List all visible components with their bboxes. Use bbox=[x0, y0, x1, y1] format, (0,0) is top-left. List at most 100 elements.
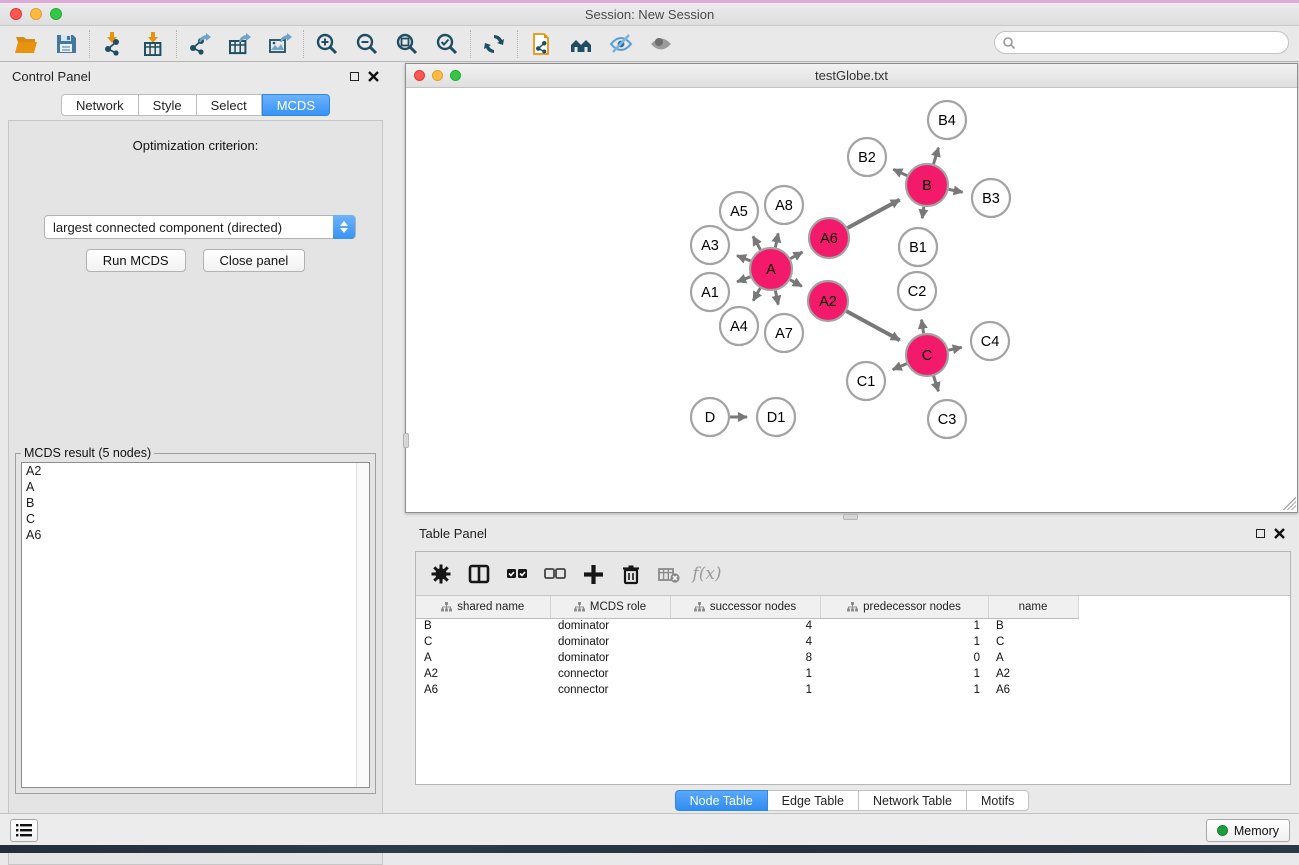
criterion-select[interactable]: largest connected component (directed) bbox=[44, 215, 356, 239]
open-file-button[interactable] bbox=[6, 29, 46, 59]
run-mcds-button[interactable]: Run MCDS bbox=[86, 249, 186, 272]
node-B4[interactable]: B4 bbox=[928, 101, 966, 139]
edge-A-A6[interactable] bbox=[790, 252, 802, 259]
table-cell[interactable]: 1 bbox=[820, 634, 988, 650]
edge-A-A7[interactable] bbox=[775, 291, 778, 305]
table-cell[interactable]: B bbox=[988, 618, 1078, 634]
export-table-button[interactable] bbox=[220, 29, 260, 59]
close-panel-icon[interactable] bbox=[368, 71, 379, 82]
node-A7[interactable]: A7 bbox=[765, 314, 803, 352]
network-canvas[interactable]: B4 B2 B B3 B1 A6 A5 A8 A3 A A1 A2 C2 A4 … bbox=[406, 88, 1297, 511]
edge-A-A4[interactable] bbox=[753, 288, 760, 301]
add-button[interactable] bbox=[576, 558, 610, 590]
table-cell[interactable]: 4 bbox=[670, 618, 820, 634]
result-item[interactable]: A2 bbox=[22, 463, 369, 479]
result-item[interactable]: C bbox=[22, 511, 369, 527]
table-cell[interactable]: A2 bbox=[988, 666, 1078, 682]
node-A2[interactable]: A2 bbox=[808, 281, 848, 321]
node-A1[interactable]: A1 bbox=[691, 273, 729, 311]
export-image-button[interactable] bbox=[260, 29, 300, 59]
table-cell[interactable]: C bbox=[988, 634, 1078, 650]
tab-network[interactable]: Network bbox=[61, 94, 139, 116]
tab-select[interactable]: Select bbox=[197, 94, 262, 116]
delete-button[interactable] bbox=[614, 558, 648, 590]
table-cell[interactable]: 0 bbox=[820, 650, 988, 666]
show-columns-button[interactable] bbox=[462, 558, 496, 590]
node-B3[interactable]: B3 bbox=[972, 179, 1010, 217]
node-B2[interactable]: B2 bbox=[848, 138, 886, 176]
node-A8[interactable]: A8 bbox=[765, 186, 803, 224]
node-B1[interactable]: B1 bbox=[899, 228, 937, 266]
float-panel-icon[interactable] bbox=[350, 72, 359, 81]
table-cell[interactable]: C bbox=[416, 634, 550, 650]
column-header-predecessor-nodes[interactable]: predecessor nodes bbox=[820, 596, 988, 618]
edge-A-A1[interactable] bbox=[737, 277, 750, 282]
edge-C-C1[interactable] bbox=[893, 364, 907, 370]
table-cell[interactable]: connector bbox=[550, 682, 670, 698]
memory-button[interactable]: Memory bbox=[1206, 819, 1290, 842]
tab-style[interactable]: Style bbox=[139, 94, 197, 116]
table-row[interactable]: Bdominator41B bbox=[416, 618, 1078, 634]
edge-B-B2[interactable] bbox=[893, 169, 907, 175]
table-cell[interactable]: 1 bbox=[670, 666, 820, 682]
resize-grip-icon[interactable] bbox=[1283, 497, 1296, 510]
table-cell[interactable]: A bbox=[416, 650, 550, 666]
table-cell[interactable]: 1 bbox=[820, 682, 988, 698]
split-handle-vertical[interactable] bbox=[403, 433, 409, 448]
node-C[interactable]: C bbox=[906, 334, 948, 376]
node-D[interactable]: D bbox=[691, 398, 729, 436]
edge-B-B1[interactable] bbox=[922, 207, 924, 219]
node-table[interactable]: shared name MCDS role successor nodes pr… bbox=[416, 596, 1079, 698]
zoom-in-button[interactable] bbox=[307, 29, 347, 59]
task-history-button[interactable] bbox=[10, 819, 38, 842]
network-window-titlebar[interactable]: testGlobe.txt bbox=[406, 64, 1297, 88]
table-row[interactable]: Cdominator41C bbox=[416, 634, 1078, 650]
result-item[interactable]: B bbox=[22, 495, 369, 511]
edge-A-A8[interactable] bbox=[775, 233, 778, 247]
table-cell[interactable]: 4 bbox=[670, 634, 820, 650]
table-cell[interactable]: A6 bbox=[988, 682, 1078, 698]
edge-A-A5[interactable] bbox=[753, 236, 760, 249]
table-settings-button[interactable] bbox=[424, 558, 458, 590]
close-panel-button[interactable]: Close panel bbox=[203, 249, 306, 272]
table-cell[interactable]: dominator bbox=[550, 618, 670, 634]
tab-motifs[interactable]: Motifs bbox=[967, 790, 1029, 811]
show-hidden-button[interactable] bbox=[641, 29, 681, 59]
tab-node-table[interactable]: Node Table bbox=[675, 790, 768, 811]
table-cell[interactable]: 1 bbox=[820, 666, 988, 682]
table-cell[interactable]: B bbox=[416, 618, 550, 634]
table-cell[interactable]: 1 bbox=[670, 682, 820, 698]
node-D1[interactable]: D1 bbox=[757, 398, 795, 436]
edge-C-C2[interactable] bbox=[922, 320, 924, 334]
node-A[interactable]: A bbox=[750, 248, 792, 290]
node-C3[interactable]: C3 bbox=[928, 400, 966, 438]
node-B[interactable]: B bbox=[906, 164, 948, 206]
edge-C-C4[interactable] bbox=[949, 347, 962, 350]
node-C2[interactable]: C2 bbox=[898, 272, 936, 310]
hide-selected-button[interactable] bbox=[601, 29, 641, 59]
save-session-button[interactable] bbox=[46, 29, 86, 59]
node-C1[interactable]: C1 bbox=[847, 362, 885, 400]
edge-A-A3[interactable] bbox=[737, 256, 751, 261]
table-cell[interactable]: 8 bbox=[670, 650, 820, 666]
deselect-all-button[interactable] bbox=[538, 558, 572, 590]
import-network-button[interactable] bbox=[93, 29, 133, 59]
node-A6[interactable]: A6 bbox=[809, 218, 849, 258]
first-neighbors-button[interactable] bbox=[561, 29, 601, 59]
column-header-name[interactable]: name bbox=[988, 596, 1078, 618]
edge-A2-C[interactable] bbox=[846, 311, 899, 340]
tab-edge-table[interactable]: Edge Table bbox=[768, 790, 859, 811]
import-table-button[interactable] bbox=[133, 29, 173, 59]
result-item[interactable]: A bbox=[22, 479, 369, 495]
zoom-fit-button[interactable] bbox=[387, 29, 427, 59]
result-scrollbar[interactable] bbox=[356, 463, 369, 787]
result-item[interactable]: A6 bbox=[22, 527, 369, 543]
close-table-panel-icon[interactable] bbox=[1274, 528, 1285, 539]
zoom-selected-button[interactable] bbox=[427, 29, 467, 59]
table-cell[interactable]: dominator bbox=[550, 650, 670, 666]
column-header-successor-nodes[interactable]: successor nodes bbox=[670, 596, 820, 618]
edge-C-C3[interactable] bbox=[934, 376, 939, 391]
float-table-panel-icon[interactable] bbox=[1256, 529, 1265, 538]
edge-A6-B[interactable] bbox=[848, 200, 900, 228]
search-input[interactable] bbox=[994, 31, 1289, 54]
